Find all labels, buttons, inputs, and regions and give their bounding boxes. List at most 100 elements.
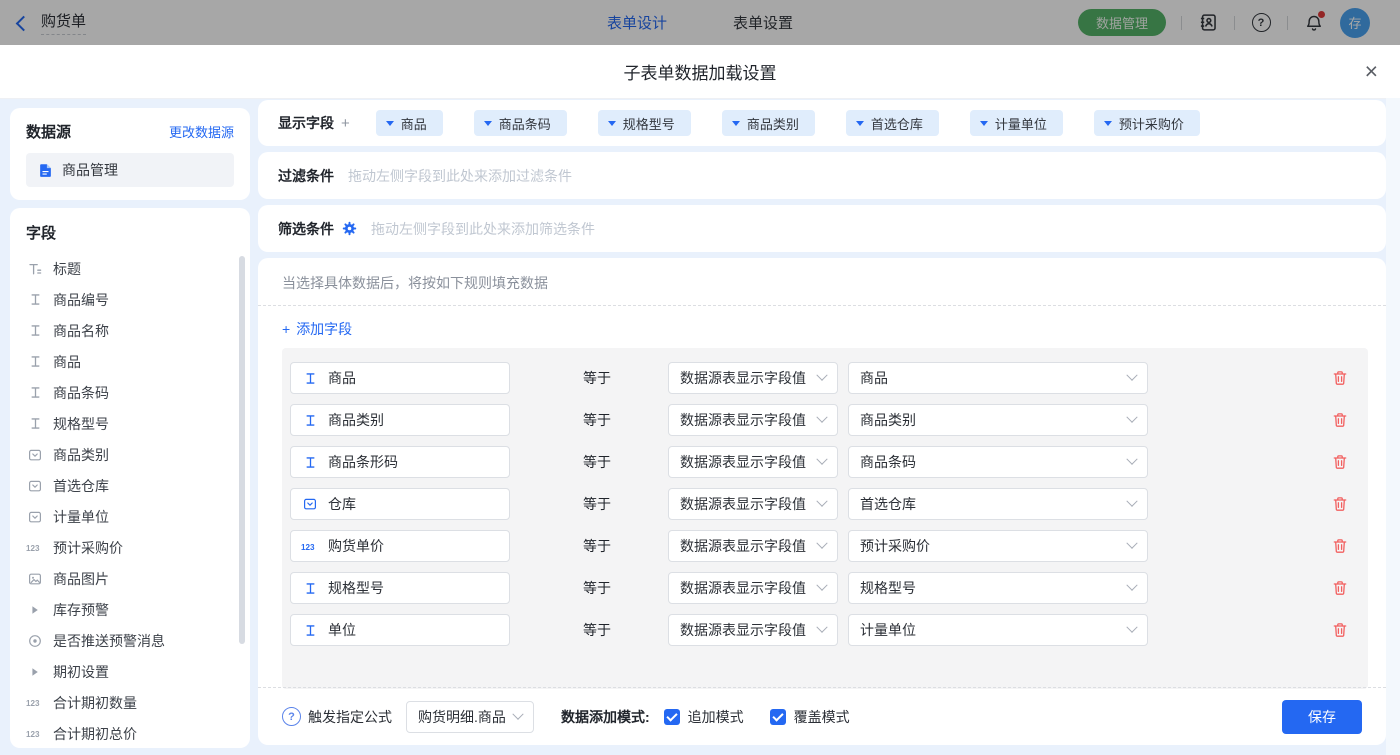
rule-value-select[interactable]: 计量单位: [848, 614, 1148, 646]
filter-condition-dropzone[interactable]: 过滤条件 拖动左侧字段到此处来添加过滤条件: [258, 152, 1386, 199]
rule-operator: 等于: [583, 494, 613, 514]
field-list-item[interactable]: 商品名称: [26, 315, 250, 346]
display-field-tag[interactable]: 商品条码: [474, 110, 567, 136]
caret-down-icon: [732, 121, 740, 126]
field-list-item[interactable]: 规格型号: [26, 408, 250, 439]
field-list-item[interactable]: 商品图片: [26, 563, 250, 594]
caret-down-icon: [386, 121, 394, 126]
rule-source-select[interactable]: 数据源表显示字段值: [668, 488, 838, 520]
delete-row-icon[interactable]: [1332, 454, 1348, 470]
rule-target-field[interactable]: 规格型号: [290, 572, 510, 604]
avatar[interactable]: 存: [1340, 8, 1370, 38]
field-list-item[interactable]: 123 合计期初总价: [26, 718, 250, 748]
overwrite-mode-checkbox[interactable]: [770, 709, 786, 725]
tab-form-design[interactable]: 表单设计: [607, 12, 667, 33]
rule-source-select[interactable]: 数据源表显示字段值: [668, 572, 838, 604]
tab-form-settings[interactable]: 表单设置: [733, 12, 793, 33]
notification-badge: [1318, 11, 1325, 18]
field-type-icon: [301, 414, 319, 427]
rule-value-select[interactable]: 商品: [848, 362, 1148, 394]
display-field-tag[interactable]: 预计采购价: [1094, 110, 1200, 136]
rule-row: 规格型号 等于 数据源表显示字段值 规格型号: [290, 572, 1368, 604]
trigger-formula-select[interactable]: 购货明细.商品: [406, 701, 534, 733]
field-list-item[interactable]: 商品: [26, 346, 250, 377]
chevron-down-icon: [1126, 622, 1137, 633]
rule-target-field[interactable]: 商品: [290, 362, 510, 394]
field-list-item[interactable]: 123 合计期初数量: [26, 687, 250, 718]
gear-icon[interactable]: [342, 221, 357, 236]
field-type-icon: 123: [301, 541, 319, 552]
rule-source-select[interactable]: 数据源表显示字段值: [668, 404, 838, 436]
delete-row-icon[interactable]: [1332, 538, 1348, 554]
rule-source-select[interactable]: 数据源表显示字段值: [668, 446, 838, 478]
chevron-down-icon: [816, 412, 827, 423]
rule-target-field[interactable]: 单位: [290, 614, 510, 646]
datasource-item[interactable]: 商品管理: [26, 153, 234, 187]
field-list-item[interactable]: 库存预警: [26, 594, 250, 625]
caret-down-icon: [484, 121, 492, 126]
rule-target-field[interactable]: 商品条形码: [290, 446, 510, 478]
field-list-item[interactable]: 首选仓库: [26, 470, 250, 501]
rule-value-select[interactable]: 首选仓库: [848, 488, 1148, 520]
change-datasource-link[interactable]: 更改数据源: [169, 122, 234, 141]
delete-row-icon[interactable]: [1332, 580, 1348, 596]
rule-operator: 等于: [583, 578, 613, 598]
rule-value-select[interactable]: 商品类别: [848, 404, 1148, 436]
rule-target-field[interactable]: 123 购货单价: [290, 530, 510, 562]
delete-row-icon[interactable]: [1332, 370, 1348, 386]
display-field-tag[interactable]: 商品: [376, 110, 443, 136]
svg-text:123: 123: [26, 699, 40, 708]
filter-condition-label: 过滤条件: [278, 166, 334, 186]
rule-value-select[interactable]: 预计采购价: [848, 530, 1148, 562]
delete-row-icon[interactable]: [1332, 622, 1348, 638]
chevron-down-icon: [1126, 538, 1137, 549]
save-button[interactable]: 保存: [1282, 700, 1362, 734]
contacts-book-icon[interactable]: [1197, 12, 1219, 34]
back-button[interactable]: 购货单: [0, 10, 86, 35]
add-display-field-button[interactable]: +: [341, 115, 350, 132]
field-type-icon: [26, 605, 44, 615]
scrollbar[interactable]: [239, 256, 245, 644]
field-type-icon: [26, 667, 44, 677]
field-type-icon: [301, 497, 319, 511]
help-icon[interactable]: ?: [1250, 12, 1272, 34]
data-manage-button[interactable]: 数据管理: [1078, 9, 1166, 36]
delete-row-icon[interactable]: [1332, 496, 1348, 512]
rule-source-select[interactable]: 数据源表显示字段值: [668, 614, 838, 646]
rule-target-field[interactable]: 仓库: [290, 488, 510, 520]
add-field-button[interactable]: + 添加字段: [282, 319, 352, 339]
caret-down-icon: [856, 121, 864, 126]
field-list-item[interactable]: 商品编号: [26, 284, 250, 315]
rule-target-field[interactable]: 商品类别: [290, 404, 510, 436]
field-list-item[interactable]: 计量单位: [26, 501, 250, 532]
field-list-item[interactable]: 期初设置: [26, 656, 250, 687]
help-icon[interactable]: ?: [282, 707, 301, 726]
display-field-tag[interactable]: 规格型号: [598, 110, 691, 136]
svg-text:123: 123: [26, 544, 40, 553]
field-list-item[interactable]: 标题: [26, 253, 250, 284]
field-list-item[interactable]: 商品条码: [26, 377, 250, 408]
fields-title: 字段: [26, 222, 250, 243]
rule-source-select[interactable]: 数据源表显示字段值: [668, 362, 838, 394]
notification-bell-icon[interactable]: [1303, 12, 1325, 34]
field-list-item[interactable]: 123 预计采购价: [26, 532, 250, 563]
field-list-item[interactable]: 是否推送预警消息: [26, 625, 250, 656]
scrollbar-gutter: [1386, 98, 1400, 755]
field-type-icon: [26, 634, 44, 648]
delete-row-icon[interactable]: [1332, 412, 1348, 428]
close-icon[interactable]: ×: [1365, 58, 1378, 84]
append-mode-checkbox[interactable]: [664, 709, 680, 725]
display-field-tag[interactable]: 商品类别: [722, 110, 815, 136]
rule-value-select[interactable]: 规格型号: [848, 572, 1148, 604]
rule-value-select[interactable]: 商品条码: [848, 446, 1148, 478]
rule-row: 商品 等于 数据源表显示字段值 商品: [290, 362, 1368, 394]
display-field-tag[interactable]: 计量单位: [970, 110, 1063, 136]
screen-condition-placeholder: 拖动左侧字段到此处来添加筛选条件: [371, 219, 595, 239]
display-field-tag[interactable]: 首选仓库: [846, 110, 939, 136]
rule-source-select[interactable]: 数据源表显示字段值: [668, 530, 838, 562]
field-type-icon: [26, 448, 44, 462]
field-list-item[interactable]: 商品类别: [26, 439, 250, 470]
chevron-down-icon: [816, 370, 827, 381]
svg-text:123: 123: [26, 730, 40, 739]
screen-condition-dropzone[interactable]: 筛选条件 拖动左侧字段到此处来添加筛选条件: [258, 205, 1386, 252]
